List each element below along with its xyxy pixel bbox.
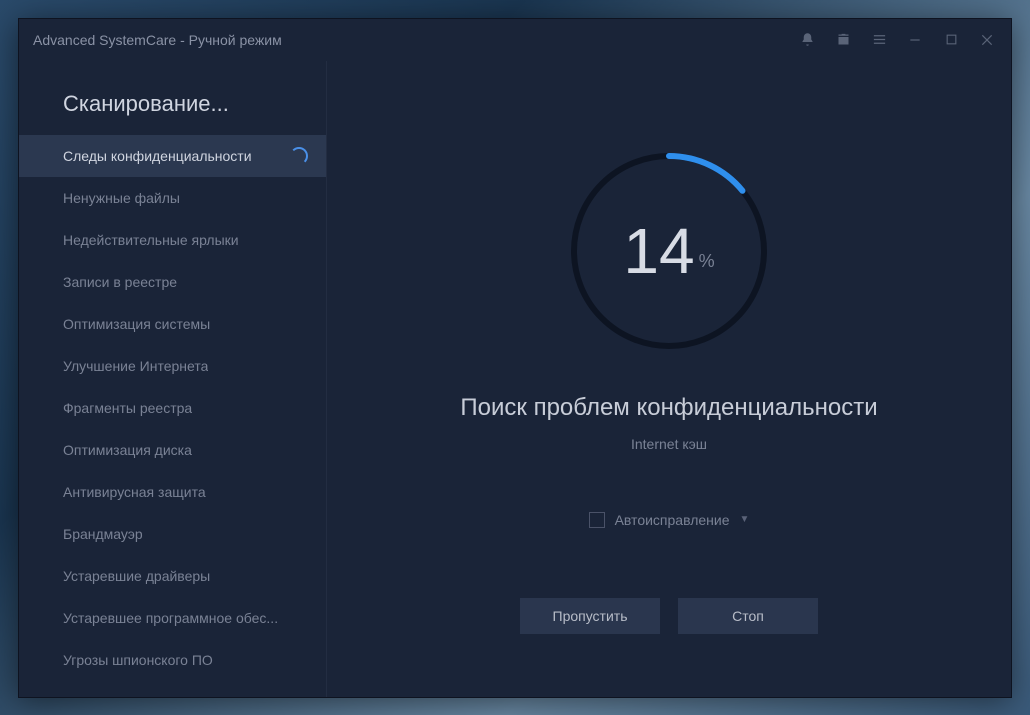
window-title: Advanced SystemCare - Ручной режим (33, 32, 282, 48)
chevron-down-icon[interactable]: ▼ (740, 514, 750, 525)
buttons-row: Пропустить Стоп (520, 598, 818, 634)
sidebar-item-registry[interactable]: Записи в реестре (19, 261, 326, 303)
sidebar: Сканирование... Следы конфиденциальности… (19, 61, 327, 697)
app-window: Advanced SystemCare - Ручной режим (18, 18, 1012, 698)
titlebar: Advanced SystemCare - Ручной режим (19, 19, 1011, 61)
progress-value: 14 (623, 214, 694, 288)
progress-center: 14 % (564, 146, 774, 356)
sidebar-item-label: Недействительные ярлыки (63, 232, 239, 248)
stop-button[interactable]: Стоп (678, 598, 818, 634)
sidebar-item-internet[interactable]: Улучшение Интернета (19, 345, 326, 387)
sidebar-item-junk[interactable]: Ненужные файлы (19, 177, 326, 219)
sidebar-item-drivers[interactable]: Устаревшие драйверы (19, 555, 326, 597)
sidebar-item-label: Записи в реестре (63, 274, 177, 290)
scan-status: Поиск проблем конфиденциальности (460, 394, 877, 422)
sidebar-item-antivirus[interactable]: Антивирусная защита (19, 471, 326, 513)
sidebar-item-label: Антивирусная защита (63, 484, 206, 500)
sidebar-item-label: Оптимизация системы (63, 316, 210, 332)
sidebar-item-label: Следы конфиденциальности (63, 148, 252, 164)
content: Сканирование... Следы конфиденциальности… (19, 61, 1011, 697)
maximize-icon[interactable] (935, 24, 967, 56)
sidebar-item-diskopt[interactable]: Оптимизация диска (19, 429, 326, 471)
bell-icon[interactable] (791, 24, 823, 56)
scan-detail: Internet кэш (631, 436, 707, 452)
sidebar-item-regfrag[interactable]: Фрагменты реестра (19, 387, 326, 429)
sidebar-item-firewall[interactable]: Брандмауэр (19, 513, 326, 555)
sidebar-title: Сканирование... (19, 81, 326, 135)
sidebar-item-label: Улучшение Интернета (63, 358, 208, 374)
sidebar-item-label: Недостатки системы (63, 694, 197, 697)
sidebar-item-label: Угрозы шпионского ПО (63, 652, 213, 668)
autofix-row: Автоисправление ▼ (589, 512, 750, 528)
skip-button[interactable]: Пропустить (520, 598, 660, 634)
briefcase-icon[interactable] (827, 24, 859, 56)
autofix-checkbox[interactable] (589, 512, 605, 528)
sidebar-item-software[interactable]: Устаревшее программное обес... (19, 597, 326, 639)
sidebar-item-label: Фрагменты реестра (63, 400, 192, 416)
sidebar-item-shortcuts[interactable]: Недействительные ярлыки (19, 219, 326, 261)
sidebar-item-sysflaws[interactable]: Недостатки системы (19, 681, 326, 697)
autofix-label: Автоисправление (615, 512, 730, 528)
sidebar-item-label: Оптимизация диска (63, 442, 192, 458)
close-icon[interactable] (971, 24, 1003, 56)
sidebar-item-sysopt[interactable]: Оптимизация системы (19, 303, 326, 345)
spinner-icon (290, 147, 308, 165)
minimize-icon[interactable] (899, 24, 931, 56)
progress-ring: 14 % (564, 146, 774, 356)
sidebar-item-label: Устаревшие драйверы (63, 568, 210, 584)
sidebar-items: Следы конфиденциальности Ненужные файлы … (19, 135, 326, 697)
window-controls (791, 24, 1003, 56)
sidebar-item-label: Брандмауэр (63, 526, 143, 542)
sidebar-item-privacy[interactable]: Следы конфиденциальности (19, 135, 326, 177)
menu-icon[interactable] (863, 24, 895, 56)
main-panel: 14 % Поиск проблем конфиденциальности In… (327, 61, 1011, 697)
sidebar-item-spyware[interactable]: Угрозы шпионского ПО (19, 639, 326, 681)
sidebar-item-label: Устаревшее программное обес... (63, 610, 278, 626)
sidebar-item-label: Ненужные файлы (63, 190, 180, 206)
progress-unit: % (699, 251, 715, 272)
